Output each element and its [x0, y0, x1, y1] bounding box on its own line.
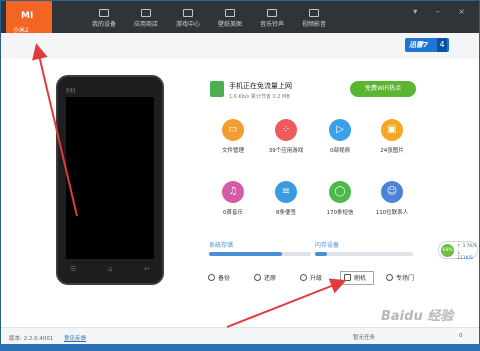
arrow-to-flash-button — [226, 278, 347, 328]
arrow-to-device-tab — [32, 43, 78, 217]
app-window: MI 小米2 我的设备 应用商店 游戏中心 壁纸美图 音乐铃声 视频影音 ▾ –… — [0, 0, 480, 351]
annotation-arrows — [32, 43, 347, 328]
os-taskbar — [0, 344, 480, 351]
